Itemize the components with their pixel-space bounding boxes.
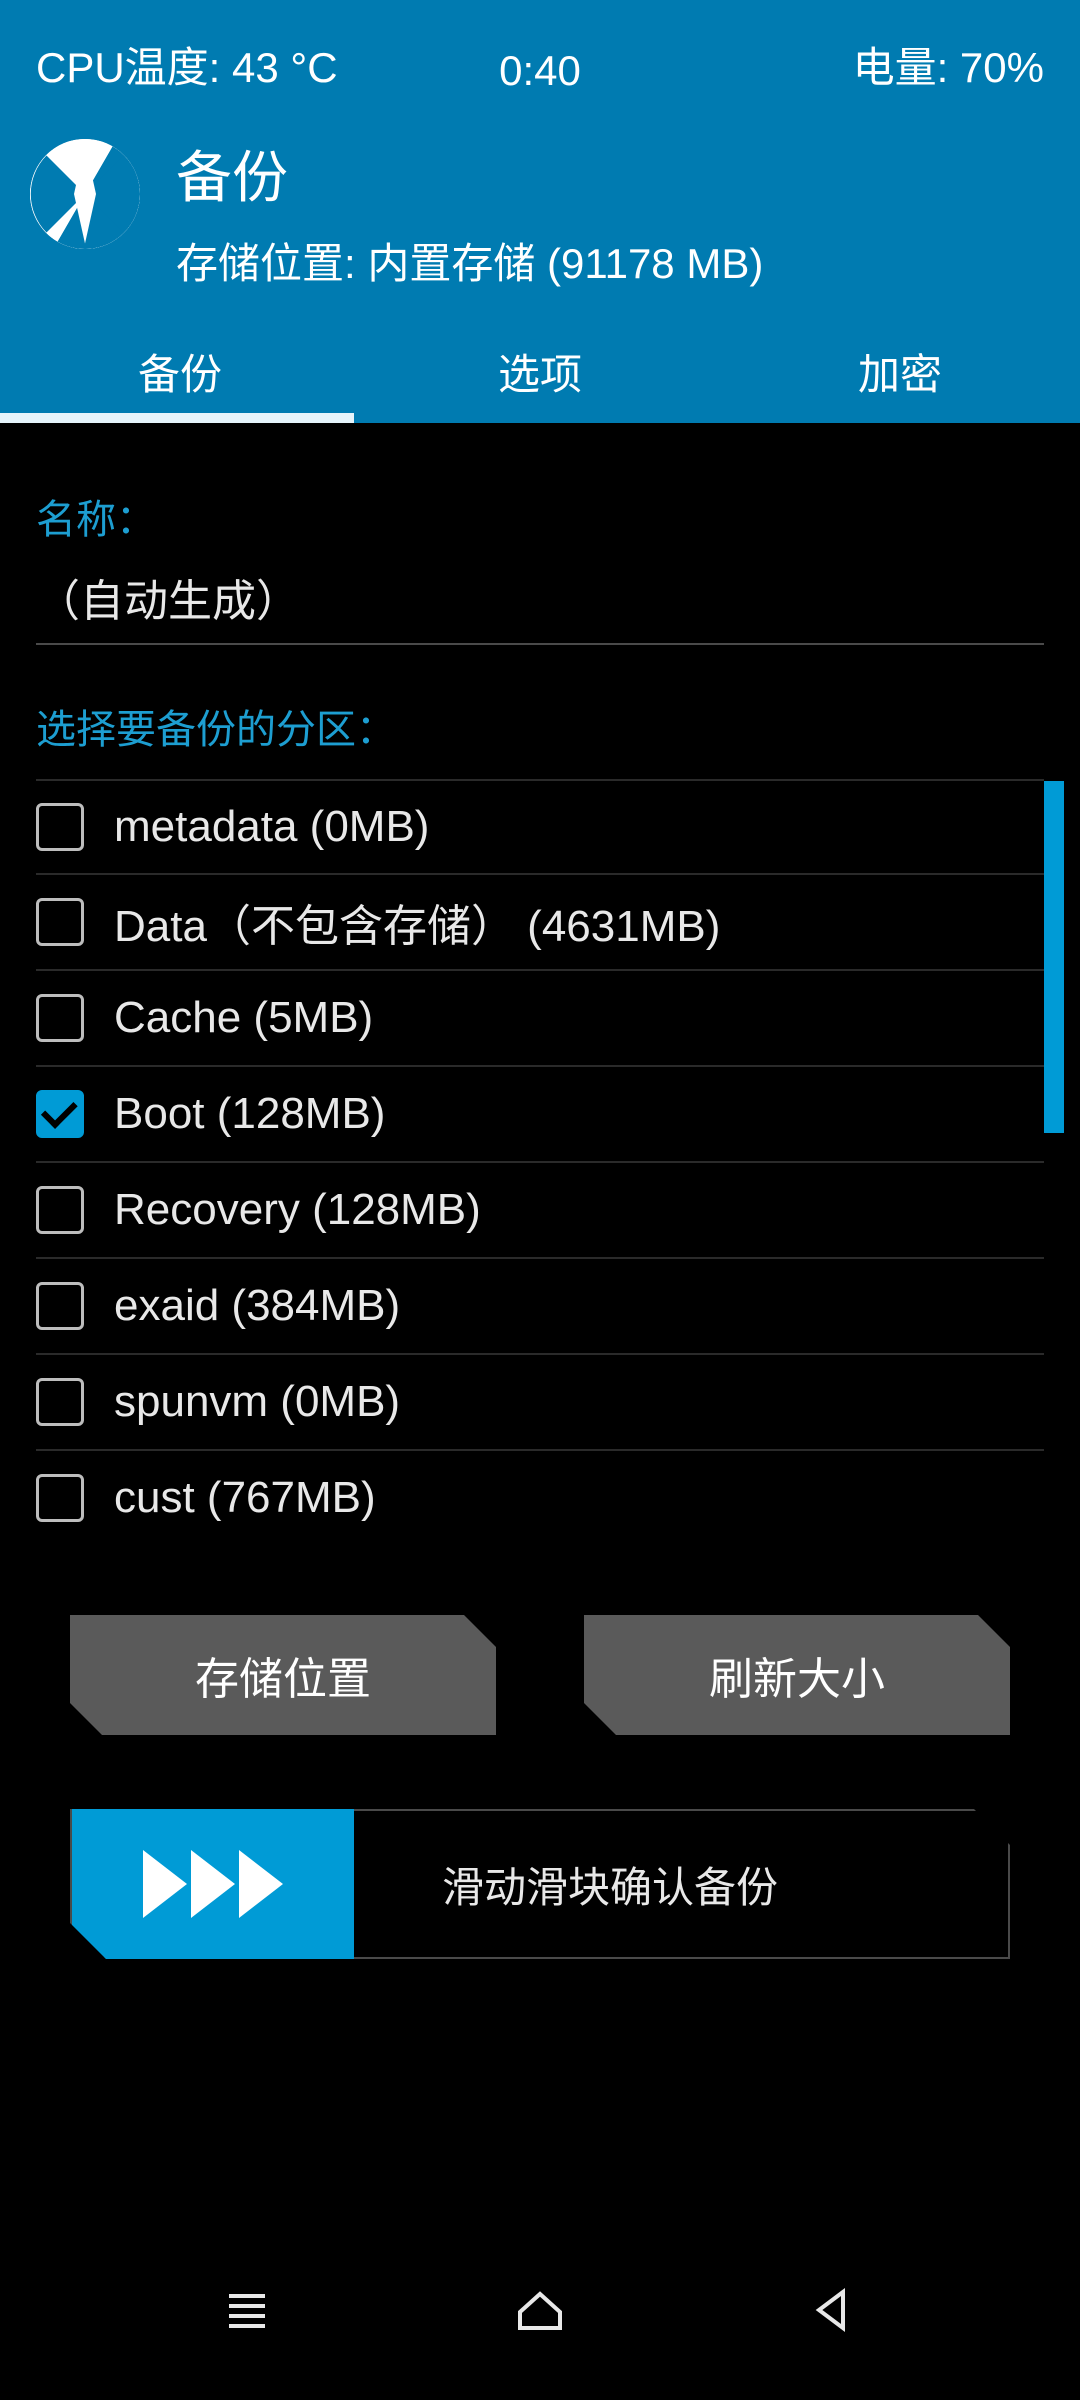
battery-level: 电量: 70%	[581, 34, 1044, 95]
partition-row[interactable]: spunvm (0MB)	[36, 1355, 1044, 1451]
partition-checkbox[interactable]	[36, 1282, 84, 1330]
partition-label: Recovery (128MB)	[114, 1185, 481, 1235]
arrow-right-icon	[143, 1850, 187, 1918]
cpu-temp: CPU温度: 43 °C	[36, 34, 499, 95]
partition-label: Boot (128MB)	[114, 1089, 385, 1139]
twrp-logo-icon	[30, 139, 140, 249]
partition-checkbox[interactable]	[36, 898, 84, 946]
storage-info: 存储位置: 内置存储 (91178 MB)	[176, 230, 763, 291]
partition-label: Cache (5MB)	[114, 993, 373, 1043]
arrow-right-icon	[191, 1850, 235, 1918]
back-icon[interactable]	[805, 2282, 861, 2338]
partition-row[interactable]: metadata (0MB)	[36, 779, 1044, 875]
storage-button[interactable]: 存储位置	[70, 1615, 496, 1735]
refresh-size-button[interactable]: 刷新大小	[584, 1615, 1010, 1735]
partition-row[interactable]: Boot (128MB)	[36, 1067, 1044, 1163]
partition-row[interactable]: Cache (5MB)	[36, 971, 1044, 1067]
partition-label: cust (767MB)	[114, 1473, 376, 1523]
clock: 0:40	[499, 47, 581, 95]
partition-row[interactable]: Recovery (128MB)	[36, 1163, 1044, 1259]
partition-checkbox[interactable]	[36, 803, 84, 851]
partition-label: spunvm (0MB)	[114, 1377, 400, 1427]
partition-checkbox[interactable]	[36, 1186, 84, 1234]
partition-checkbox[interactable]	[36, 1378, 84, 1426]
tab-bar: 备份 选项 加密	[0, 319, 1080, 423]
partition-label: exaid (384MB)	[114, 1281, 400, 1331]
partition-row[interactable]: Data（不包含存储） (4631MB)	[36, 875, 1044, 971]
partition-list[interactable]: metadata (0MB) Data（不包含存储） (4631MB) Cache …	[36, 779, 1044, 1541]
recents-icon[interactable]	[219, 2282, 275, 2338]
partition-label: metadata (0MB)	[114, 802, 429, 852]
arrow-right-icon	[239, 1850, 283, 1918]
name-label: 名称：	[36, 487, 1044, 545]
partition-checkbox[interactable]	[36, 994, 84, 1042]
partitions-label: 选择要备份的分区：	[36, 697, 1044, 755]
system-nav-bar	[0, 2220, 1080, 2400]
scrollbar-thumb[interactable]	[1044, 781, 1064, 1133]
swipe-handle[interactable]	[72, 1809, 354, 1959]
page-title: 备份	[176, 133, 763, 214]
partition-checkbox[interactable]	[36, 1090, 84, 1138]
tab-backup[interactable]: 备份	[0, 319, 360, 423]
tab-options[interactable]: 选项	[360, 319, 720, 423]
name-input[interactable]: （自动生成）	[36, 565, 1044, 645]
content-area: 名称： （自动生成） 选择要备份的分区： metadata (0MB) Data（…	[0, 487, 1080, 2290]
partition-checkbox[interactable]	[36, 1474, 84, 1522]
status-bar: CPU温度: 43 °C 0:40 电量: 70%	[0, 0, 1080, 113]
partition-row[interactable]: cust (767MB)	[36, 1451, 1044, 1541]
home-icon[interactable]	[512, 2282, 568, 2338]
swipe-confirm[interactable]: 滑动滑块确认备份	[70, 1809, 1010, 1959]
app-header: 备份 存储位置: 内置存储 (91178 MB)	[0, 113, 1080, 319]
partition-row[interactable]: exaid (384MB)	[36, 1259, 1044, 1355]
partition-label: Data（不包含存储） (4631MB)	[114, 890, 720, 954]
tab-encrypt[interactable]: 加密	[720, 319, 1080, 423]
